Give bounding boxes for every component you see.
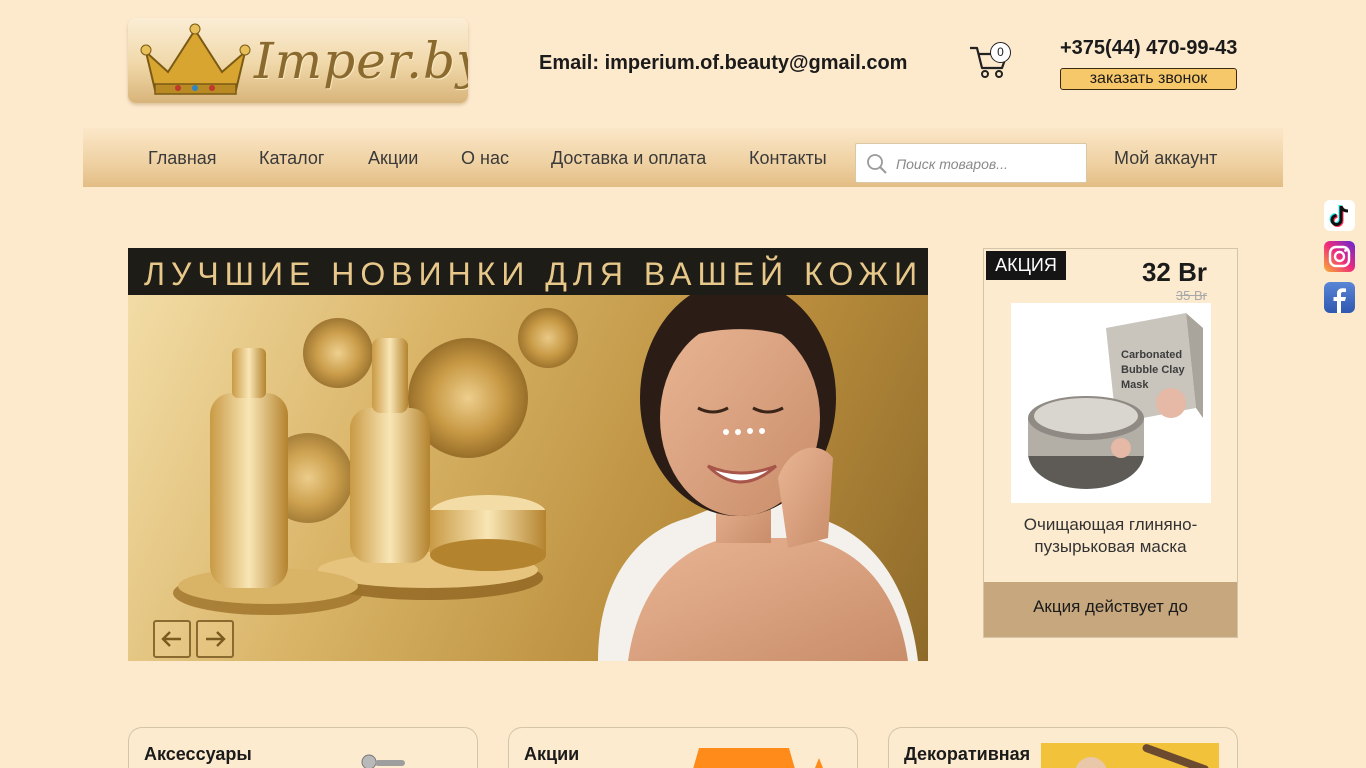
nav-item-about[interactable]: О нас: [461, 148, 509, 169]
instagram-icon[interactable]: [1324, 241, 1355, 272]
category-label: Декоративная: [904, 744, 1031, 764]
arrow-right-icon: [206, 631, 226, 647]
svg-text:Mask: Mask: [1121, 379, 1149, 391]
slider-prev-button[interactable]: [153, 620, 191, 658]
promo-badge: АКЦИЯ: [986, 251, 1066, 280]
svg-text:Bubble Clay: Bubble Clay: [1121, 364, 1185, 376]
category-label: Акции: [524, 744, 580, 764]
callback-button[interactable]: заказать звонок: [1060, 68, 1237, 90]
contact-phone[interactable]: +375(44) 470-99-43: [1060, 37, 1237, 60]
nav-item-delivery[interactable]: Доставка и оплата: [551, 148, 706, 169]
svg-text:Carbonated: Carbonated: [1121, 349, 1182, 361]
product-name[interactable]: Очищающая глиняно-пузырьковая маска: [994, 514, 1227, 558]
banner-image: [173, 280, 918, 661]
tiktok-icon[interactable]: [1324, 200, 1355, 231]
main-nav: Главная Каталог Акции О нас Доставка и о…: [83, 128, 1283, 187]
product-price: 32 Br: [1141, 257, 1207, 287]
crown-icon: [140, 23, 251, 95]
hero-banner[interactable]: ЛУЧШИЕ НОВИНКИ ДЛЯ ВАШЕЙ КОЖИ: [128, 248, 928, 661]
accessory-image: [361, 754, 405, 768]
category-accessories[interactable]: Аксессуары: [128, 727, 478, 768]
category-label: Аксессуары: [144, 744, 252, 764]
category-decorative[interactable]: Декоративная: [888, 727, 1238, 768]
contact-email: Email: imperium.of.beauty@gmail.com: [539, 52, 908, 74]
category-promotions[interactable]: Акции: [508, 727, 858, 768]
arrow-left-icon: [161, 631, 181, 647]
promo-product-card[interactable]: АКЦИЯ 32 Br 35 Br Carbonated Bubble Clay…: [983, 248, 1238, 638]
nav-item-contacts[interactable]: Контакты: [749, 148, 827, 169]
banner-title: ЛУЧШИЕ НОВИНКИ ДЛЯ ВАШЕЙ КОЖИ: [144, 256, 924, 292]
nav-item-promotions[interactable]: Акции: [368, 148, 418, 169]
cart-count-badge: 0: [990, 42, 1011, 63]
decorative-image: [1041, 743, 1219, 768]
product-image[interactable]: Carbonated Bubble Clay Mask: [1011, 303, 1211, 503]
product-old-price: 35 Br: [1175, 288, 1207, 303]
search-box[interactable]: [855, 143, 1087, 183]
search-icon: [867, 154, 887, 174]
nav-item-account[interactable]: Мой аккаунт: [1114, 148, 1217, 169]
banner-headline-bar: ЛУЧШИЕ НОВИНКИ ДЛЯ ВАШЕЙ КОЖИ: [128, 248, 928, 295]
search-input[interactable]: [896, 153, 1076, 175]
nav-item-home[interactable]: Главная: [148, 148, 217, 169]
logo-text: Imper.by: [254, 32, 468, 90]
slider-next-button[interactable]: [196, 620, 234, 658]
nav-item-catalog[interactable]: Каталог: [259, 148, 324, 169]
promo-expiry: Акция действует до: [984, 582, 1237, 637]
promo-image: [693, 748, 823, 768]
site-logo[interactable]: Imper.by: [128, 18, 468, 103]
facebook-icon[interactable]: [1324, 282, 1355, 313]
